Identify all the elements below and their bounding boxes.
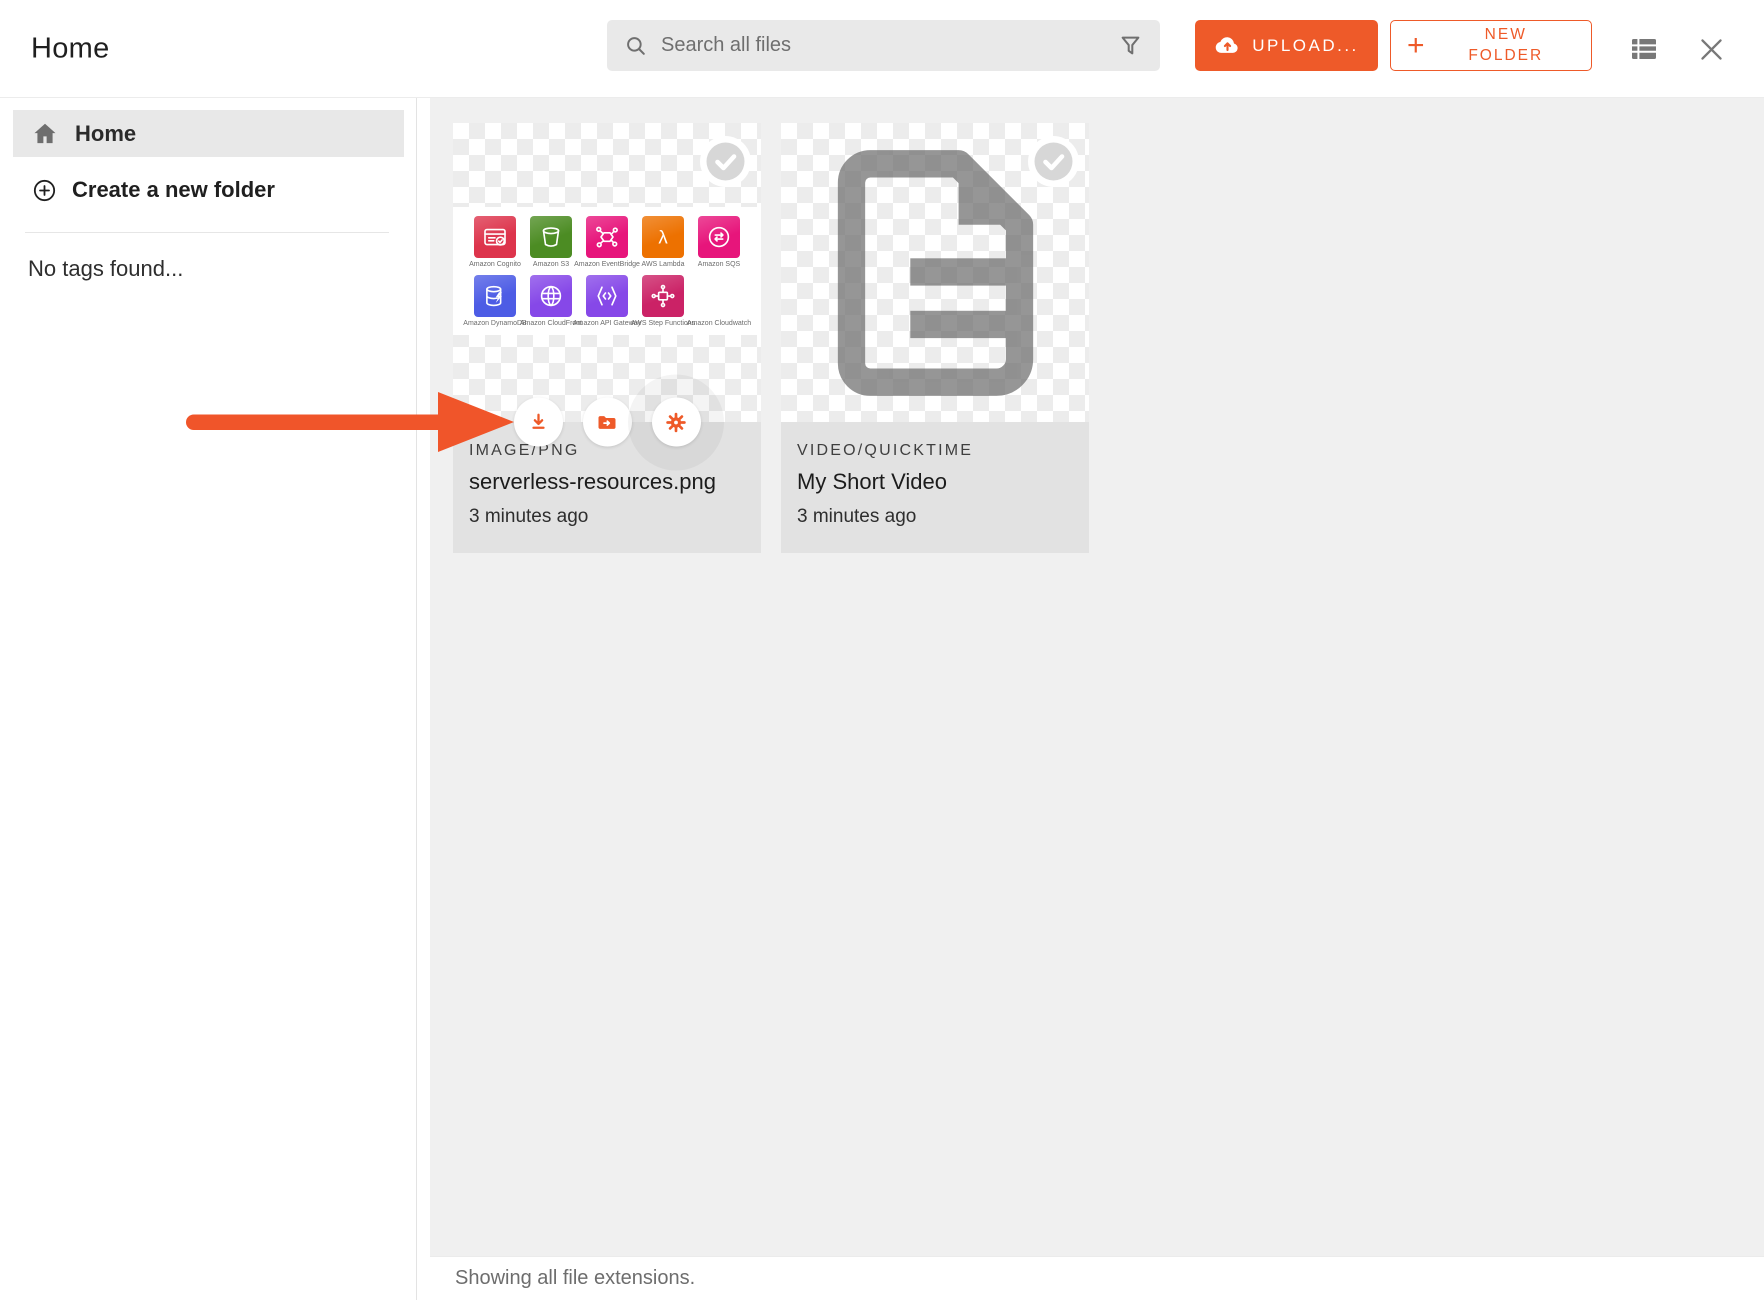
download-icon bbox=[533, 415, 543, 428]
missing-icon bbox=[698, 275, 740, 317]
close-icon[interactable] bbox=[1694, 32, 1728, 66]
gear-icon bbox=[664, 410, 688, 434]
upload-button[interactable]: UPLOAD... bbox=[1195, 20, 1378, 71]
search-icon bbox=[623, 33, 649, 59]
move-to-folder-button[interactable] bbox=[583, 398, 632, 447]
stepfunctions-icon bbox=[642, 275, 684, 317]
status-text: Showing all file extensions. bbox=[455, 1267, 695, 1290]
aws-service-icon-cell: AWS Step Functions bbox=[635, 275, 691, 327]
select-check-badge[interactable] bbox=[1028, 136, 1079, 187]
cloud-upload-icon bbox=[1214, 32, 1241, 59]
aws-service-label: AWS Step Functions bbox=[631, 320, 695, 327]
thumbnail-content: Amazon Cognito Amazon S3 Amazon EventBridg… bbox=[453, 207, 761, 335]
new-folder-button-label: NEW FOLDER bbox=[1429, 25, 1591, 65]
aws-service-icon-cell: Amazon S3 bbox=[523, 216, 579, 268]
file-grid-area: Amazon Cognito Amazon S3 Amazon EventBridg… bbox=[430, 98, 1764, 1256]
new-folder-button[interactable]: + NEW FOLDER bbox=[1390, 20, 1592, 71]
select-check-badge[interactable] bbox=[700, 136, 751, 187]
aws-service-label: AWS Lambda bbox=[642, 261, 685, 268]
aws-service-icon-cell: Amazon Cognito bbox=[467, 216, 523, 268]
file-name: My Short Video bbox=[797, 469, 1071, 495]
file-time: 3 minutes ago bbox=[797, 506, 1071, 528]
aws-service-icon-cell: Amazon API Gateway bbox=[579, 275, 635, 327]
file-thumbnail-placeholder[interactable] bbox=[781, 123, 1089, 422]
create-folder-label: Create a new folder bbox=[72, 177, 275, 203]
file-name: serverless-resources.png bbox=[469, 469, 743, 495]
settings-button[interactable] bbox=[652, 398, 701, 447]
sidebar: Home Create a new folder No tags found..… bbox=[0, 98, 417, 1300]
filter-icon[interactable] bbox=[1117, 32, 1144, 59]
sidebar-divider bbox=[25, 232, 389, 233]
search-input[interactable] bbox=[661, 34, 1105, 57]
aws-service-icon-cell: Amazon EventBridge bbox=[579, 216, 635, 268]
cognito-icon bbox=[474, 216, 516, 258]
top-bar: Home UPLOAD... + NEW FOLDER bbox=[0, 0, 1764, 98]
no-tags-text: No tags found... bbox=[28, 256, 183, 282]
file-card-serverless-resources[interactable]: Amazon Cognito Amazon S3 Amazon EventBridg… bbox=[453, 123, 761, 553]
file-time: 3 minutes ago bbox=[469, 506, 743, 528]
file-kind: VIDEO/QUICKTIME bbox=[797, 442, 1071, 460]
cloudfront-icon bbox=[530, 275, 572, 317]
aws-service-label: Amazon SQS bbox=[698, 261, 740, 268]
eventbridge-icon bbox=[586, 216, 628, 258]
aws-service-label: Amazon EventBridge bbox=[574, 261, 640, 268]
list-view-toggle-button[interactable] bbox=[1627, 32, 1661, 66]
page-title: Home bbox=[31, 32, 110, 65]
aws-service-icon-cell: λ AWS Lambda bbox=[635, 216, 691, 268]
file-thumbnail-image[interactable]: Amazon Cognito Amazon S3 Amazon EventBridg… bbox=[453, 123, 761, 422]
aws-service-label: Amazon DynamoDB bbox=[463, 320, 526, 327]
download-button[interactable] bbox=[514, 398, 563, 447]
search-box[interactable] bbox=[607, 20, 1160, 71]
new-folder-line2: FOLDER bbox=[1468, 47, 1543, 64]
aws-service-icon-cell: Amazon SQS bbox=[691, 216, 747, 268]
home-icon bbox=[31, 120, 59, 148]
plus-icon: + bbox=[1407, 31, 1425, 61]
status-bar: Showing all file extensions. bbox=[430, 1256, 1764, 1300]
lambda-icon: λ bbox=[642, 216, 684, 258]
sidebar-home-label: Home bbox=[75, 121, 136, 147]
circle-plus-icon bbox=[31, 177, 58, 204]
aws-service-icon-cell: Amazon Cloudwatch bbox=[691, 275, 747, 327]
new-folder-line1: NEW bbox=[1485, 26, 1527, 43]
aws-service-label: Amazon Cloudwatch bbox=[687, 320, 751, 327]
file-manager-window: Home UPLOAD... + NEW FOLDER bbox=[0, 0, 1764, 1300]
upload-button-label: UPLOAD... bbox=[1252, 36, 1359, 56]
aws-service-label: Amazon Cognito bbox=[469, 261, 521, 268]
s3-icon bbox=[530, 216, 572, 258]
aws-service-icon-cell: Amazon CloudFront bbox=[523, 275, 579, 327]
apigateway-icon bbox=[586, 275, 628, 317]
sqs-icon bbox=[698, 216, 740, 258]
file-card-my-short-video[interactable]: VIDEO/QUICKTIME My Short Video 3 minutes… bbox=[781, 123, 1089, 553]
folder-move-icon bbox=[595, 410, 619, 434]
aws-icon-row-2: Amazon DynamoDBAmazon CloudFrontAmazon A… bbox=[453, 275, 761, 327]
aws-service-label: Amazon S3 bbox=[533, 261, 569, 268]
aws-service-icon-cell: Amazon DynamoDB bbox=[467, 275, 523, 327]
dynamodb-icon bbox=[474, 275, 516, 317]
sidebar-create-folder[interactable]: Create a new folder bbox=[13, 169, 404, 211]
svg-text:λ: λ bbox=[658, 226, 668, 247]
sidebar-item-home[interactable]: Home bbox=[13, 110, 404, 157]
file-meta: VIDEO/QUICKTIME My Short Video 3 minutes… bbox=[781, 422, 1089, 553]
aws-icon-row-1: Amazon Cognito Amazon S3 Amazon EventBridg… bbox=[453, 216, 761, 268]
